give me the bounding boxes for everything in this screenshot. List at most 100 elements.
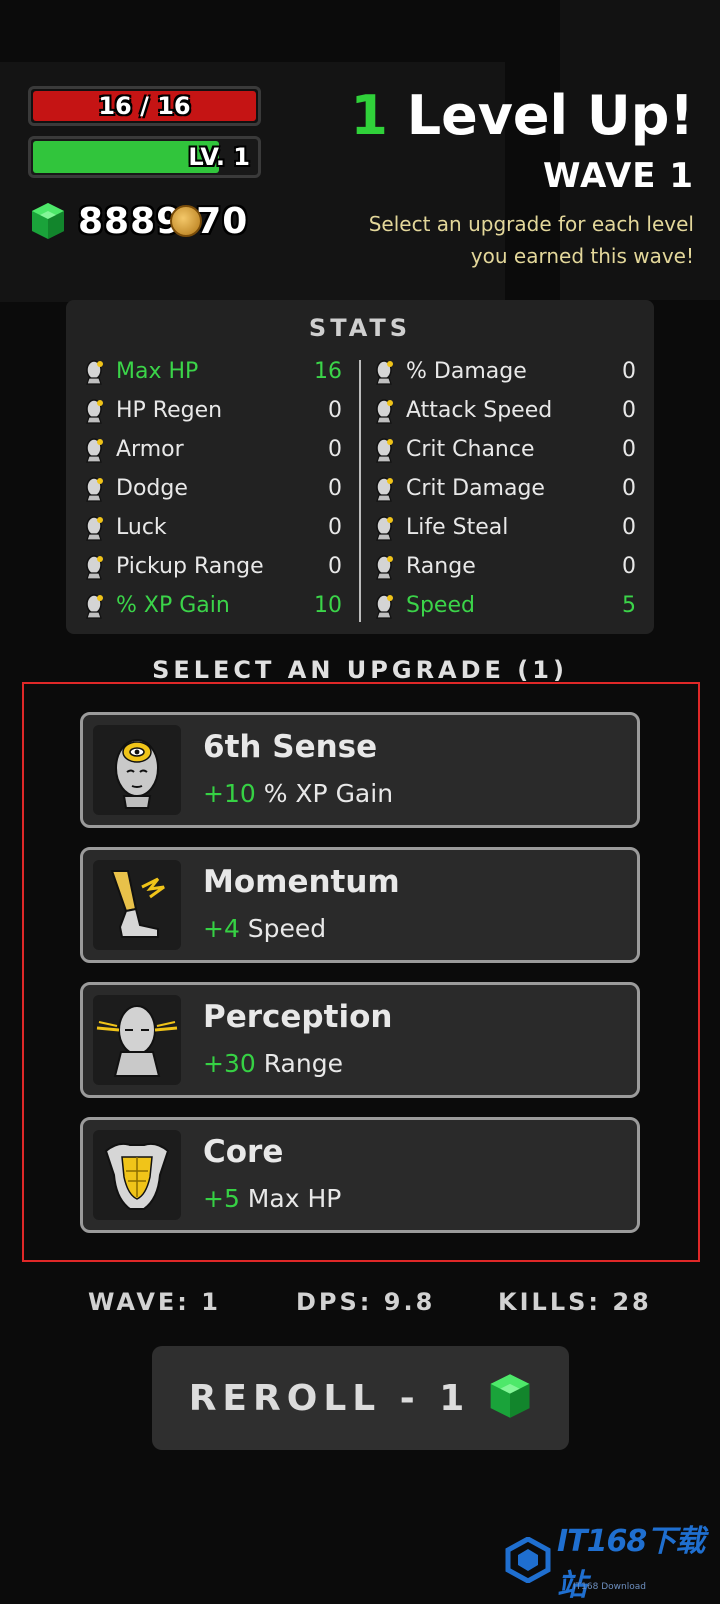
wave-subtitle: Select an upgrade for each level you ear… bbox=[368, 212, 694, 268]
stat-value: 0 bbox=[328, 398, 342, 423]
stat-row: Pickup Range 0 bbox=[80, 547, 342, 586]
gem-icon bbox=[488, 1373, 532, 1423]
torso-icon bbox=[93, 1130, 181, 1220]
stat-label: % Damage bbox=[406, 359, 527, 384]
stats-panel: STATS Max HP 16 HP Regen 0 Armor 0 Dodge 0 Luck 0… bbox=[66, 300, 654, 634]
stat-value: 10 bbox=[314, 593, 342, 618]
upgrade-card-6th-sense[interactable]: 6th Sense +10 % XP Gain bbox=[80, 712, 640, 828]
stat-row: Attack Speed 0 bbox=[370, 391, 636, 430]
upgrade-amount: +30 bbox=[203, 1049, 256, 1078]
stats-column-right: % Damage 0 Attack Speed 0 Crit Chance 0 Crit D… bbox=[370, 352, 636, 625]
upgrade-card-perception[interactable]: Perception +30 Range bbox=[80, 982, 640, 1098]
stat-row: Speed 5 bbox=[370, 586, 636, 625]
stat-value: 0 bbox=[328, 476, 342, 501]
stat-row: Max HP 16 bbox=[80, 352, 342, 391]
health-text: 16 / 16 bbox=[98, 92, 191, 120]
perception-head-icon bbox=[93, 995, 181, 1085]
upgrade-name: 6th Sense bbox=[203, 729, 378, 765]
level-up-count: 1 bbox=[350, 84, 388, 147]
damage-icon bbox=[370, 358, 398, 386]
stat-value: 0 bbox=[622, 476, 636, 501]
armor-icon bbox=[80, 436, 108, 464]
upgrade-card-momentum[interactable]: Momentum +4 Speed bbox=[80, 847, 640, 963]
upgrade-name: Momentum bbox=[203, 864, 400, 900]
stats-divider bbox=[359, 360, 361, 622]
reroll-button[interactable]: REROLL - 1 bbox=[152, 1346, 569, 1450]
stat-value: 0 bbox=[622, 437, 636, 462]
gem-count-left: 8889 bbox=[78, 200, 183, 242]
stat-row: Life Steal 0 bbox=[370, 508, 636, 547]
upgrade-stat: % XP Gain bbox=[255, 779, 394, 808]
bust-icon bbox=[80, 358, 108, 386]
upgrade-name: Perception bbox=[203, 999, 393, 1035]
upgrade-card-core[interactable]: Core +5 Max HP bbox=[80, 1117, 640, 1233]
gem-count-right: 70 bbox=[196, 200, 249, 242]
watermark-logo-icon bbox=[505, 1536, 551, 1584]
stat-value: 0 bbox=[328, 515, 342, 540]
stat-label: Pickup Range bbox=[116, 554, 264, 579]
stat-row: Dodge 0 bbox=[80, 469, 342, 508]
upgrade-stat: Max HP bbox=[239, 1184, 342, 1213]
stat-row: Crit Damage 0 bbox=[370, 469, 636, 508]
stat-value: 0 bbox=[622, 554, 636, 579]
xp-icon bbox=[80, 592, 108, 620]
stat-row: Armor 0 bbox=[80, 430, 342, 469]
stat-label: HP Regen bbox=[116, 398, 223, 423]
upgrade-stat: Range bbox=[255, 1049, 343, 1078]
reroll-label: REROLL - 1 bbox=[188, 1377, 471, 1419]
upgrade-amount: +10 bbox=[203, 779, 256, 808]
stat-value: 0 bbox=[622, 515, 636, 540]
wave-counter: WAVE: 1 bbox=[88, 1288, 221, 1316]
regen-icon bbox=[80, 397, 108, 425]
stat-label: Speed bbox=[406, 593, 475, 618]
upgrade-stat: Speed bbox=[239, 914, 327, 943]
upgrade-desc: +4 Speed bbox=[203, 914, 326, 943]
xp-bar: LV. 1 bbox=[28, 136, 261, 178]
stat-value: 16 bbox=[314, 359, 342, 384]
currency-display: 8889 70 bbox=[30, 198, 248, 244]
stat-row: HP Regen 0 bbox=[80, 391, 342, 430]
stat-value: 0 bbox=[328, 554, 342, 579]
stat-row: % Damage 0 bbox=[370, 352, 636, 391]
stat-value: 0 bbox=[622, 359, 636, 384]
stats-column-left: Max HP 16 HP Regen 0 Armor 0 Dodge 0 Luck 0 Pickup… bbox=[80, 352, 342, 625]
kills-counter: KILLS: 28 bbox=[498, 1288, 652, 1316]
stat-row: Range 0 bbox=[370, 547, 636, 586]
upgrade-desc: +30 Range bbox=[203, 1049, 343, 1078]
health-bar: 16 / 16 bbox=[28, 86, 261, 126]
upgrade-name: Core bbox=[203, 1134, 284, 1170]
stat-label: Range bbox=[406, 554, 476, 579]
level-up-title: 1 Level Up! bbox=[350, 84, 694, 147]
upgrade-desc: +10 % XP Gain bbox=[203, 779, 393, 808]
stat-label: Life Steal bbox=[406, 515, 509, 540]
attack-speed-icon bbox=[370, 397, 398, 425]
dodge-icon bbox=[80, 475, 108, 503]
stat-label: Luck bbox=[116, 515, 167, 540]
watermark-subtext: IT168 Download bbox=[573, 1582, 646, 1592]
stat-label: % XP Gain bbox=[116, 593, 230, 618]
level-text: LV. 1 bbox=[188, 143, 250, 171]
luck-icon bbox=[80, 514, 108, 542]
dps-counter: DPS: 9.8 bbox=[296, 1288, 436, 1316]
stat-label: Max HP bbox=[116, 359, 199, 384]
wave-title: WAVE 1 bbox=[542, 156, 694, 196]
stat-value: 0 bbox=[622, 398, 636, 423]
stats-title: STATS bbox=[308, 314, 412, 342]
select-upgrade-title: SELECT AN UPGRADE (1) bbox=[152, 656, 568, 684]
coin-icon bbox=[170, 205, 203, 237]
stat-label: Attack Speed bbox=[406, 398, 553, 423]
crit-damage-icon bbox=[370, 475, 398, 503]
level-up-label: Level Up! bbox=[406, 84, 694, 147]
stat-label: Crit Chance bbox=[406, 437, 535, 462]
range-icon bbox=[370, 553, 398, 581]
upgrade-amount: +5 bbox=[203, 1184, 240, 1213]
speed-icon bbox=[370, 592, 398, 620]
gem-icon bbox=[30, 202, 66, 240]
stat-label: Armor bbox=[116, 437, 184, 462]
stat-label: Dodge bbox=[116, 476, 188, 501]
watermark: IT168下载站 IT168 Download bbox=[505, 1524, 715, 1603]
winged-leg-icon bbox=[93, 860, 181, 950]
pickup-icon bbox=[80, 553, 108, 581]
stat-row: % XP Gain 10 bbox=[80, 586, 342, 625]
life-steal-icon bbox=[370, 514, 398, 542]
